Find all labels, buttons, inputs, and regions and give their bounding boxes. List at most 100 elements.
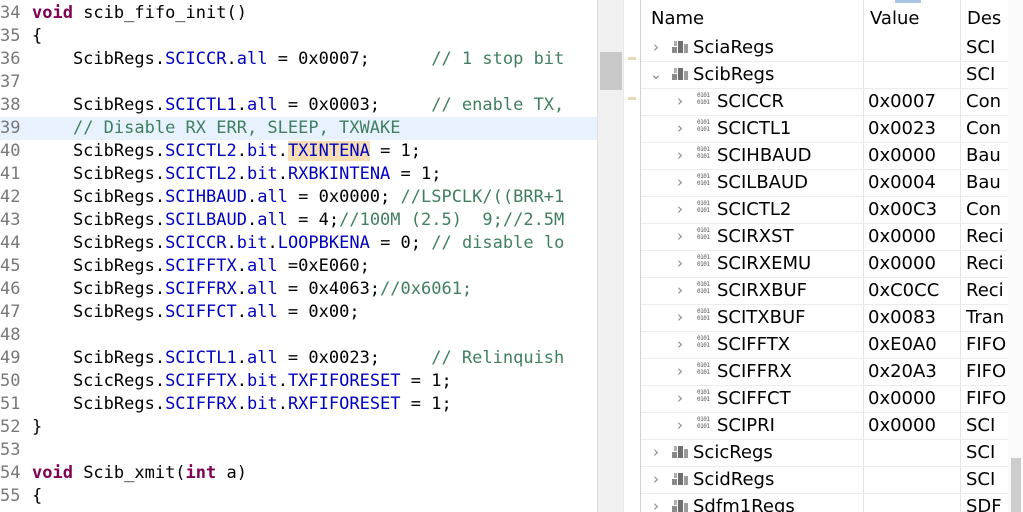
register-row[interactable]: › 0101 0101 SCITXBUF 0x0083 Tran <box>641 304 1023 332</box>
expand-chevron-icon[interactable]: › <box>673 304 687 331</box>
editor-overview-ruler[interactable] <box>623 0 640 512</box>
expand-chevron-icon[interactable]: › <box>673 331 687 358</box>
editor-vertical-scrollbar[interactable] <box>597 0 624 512</box>
code-line[interactable]: 44 ScibRegs.SCICCR.bit.LOOPBKENA = 0; //… <box>0 232 597 255</box>
register-value[interactable]: 0x0023 <box>868 115 964 142</box>
expand-chevron-icon[interactable]: › <box>673 250 687 277</box>
expand-chevron-icon[interactable]: › <box>673 358 687 385</box>
expand-chevron-icon[interactable]: › <box>649 34 663 61</box>
expand-chevron-icon[interactable]: › <box>673 277 687 304</box>
code-line[interactable]: 52} <box>0 416 597 439</box>
registers-vertical-scrollbar[interactable] <box>1008 0 1023 512</box>
expand-chevron-icon[interactable]: › <box>673 385 687 412</box>
register-value[interactable]: 0xC0CC <box>868 277 964 304</box>
registers-scrollbar-thumb[interactable] <box>1011 458 1021 512</box>
register-value[interactable] <box>868 61 964 88</box>
code-editor[interactable]: 34 void scib_fifo_init() 35{36 ScibRegs.SC… <box>0 0 597 512</box>
code-token: ScibRegs. <box>32 256 166 276</box>
expand-chevron-icon[interactable]: › <box>673 88 687 115</box>
column-header-name[interactable]: Name <box>651 4 851 34</box>
line-number: 39 <box>0 118 21 138</box>
ruler-marker[interactable] <box>628 97 636 100</box>
code-token: = 1; <box>369 141 422 161</box>
code-line[interactable]: 47 ScibRegs.SCIFFCT.all = 0x00; <box>0 301 597 324</box>
code-line[interactable]: 48 <box>0 324 597 347</box>
code-line[interactable]: 54 void Scib_xmit(int a) <box>0 462 597 485</box>
register-group-row[interactable]: › ScicRegs SCI <box>641 439 1023 467</box>
collapse-chevron-icon[interactable]: ⌄ <box>649 61 663 88</box>
register-value[interactable]: 0x00C3 <box>868 196 964 223</box>
register-row[interactable]: › 0101 0101 SCIRXEMU 0x0000 Reci <box>641 250 1023 278</box>
line-number: 40 <box>0 141 21 161</box>
register-value[interactable]: 0xE0A0 <box>868 331 964 358</box>
register-value[interactable]: 0x0000 <box>868 250 964 277</box>
line-number: 45 <box>0 256 21 276</box>
register-group-row[interactable]: › SciaRegs SCI <box>641 34 1023 62</box>
expand-chevron-icon[interactable]: › <box>649 439 663 466</box>
register-value[interactable]: 0x0083 <box>868 304 964 331</box>
code-line[interactable]: 55 { <box>0 485 597 508</box>
column-header-value[interactable]: Value <box>870 4 958 34</box>
ruler-marker[interactable] <box>628 57 636 60</box>
register-row[interactable]: › 0101 0101 SCILBAUD 0x0004 Bau <box>641 169 1023 197</box>
code-line[interactable]: 51 ScibRegs.SCIFFRX.bit.RXFIFORESET = 1; <box>0 393 597 416</box>
register-value[interactable] <box>868 34 964 61</box>
register-value[interactable] <box>868 439 964 466</box>
code-token: a) <box>216 463 247 483</box>
register-binary-icon: 0101 0101 <box>697 389 710 403</box>
register-group-row[interactable]: › ScidRegs SCI <box>641 466 1023 494</box>
register-value[interactable] <box>868 493 964 512</box>
expand-chevron-icon[interactable]: › <box>673 412 687 439</box>
register-name: SCICTL2 <box>717 199 792 220</box>
register-group-row[interactable]: › Sdfm1Regs SDF <box>641 493 1023 512</box>
code-line[interactable]: 39 // Disable RX ERR, SLEEP, TXWAKE <box>0 117 597 140</box>
code-line[interactable]: 53 <box>0 439 597 462</box>
register-value[interactable]: 0x0000 <box>868 412 964 439</box>
register-value[interactable]: 0x0000 <box>868 223 964 250</box>
expand-chevron-icon[interactable]: › <box>673 196 687 223</box>
register-value[interactable]: 0x0000 <box>868 385 964 412</box>
expand-chevron-icon[interactable]: › <box>673 142 687 169</box>
register-value[interactable] <box>868 466 964 493</box>
code-line[interactable]: 37 <box>0 71 597 94</box>
code-token: all <box>246 302 278 322</box>
register-row[interactable]: › 0101 0101 SCIRXBUF 0xC0CC Reci <box>641 277 1023 305</box>
register-row[interactable]: › 0101 0101 SCIFFRX 0x20A3 FIFO <box>641 358 1023 386</box>
code-token: ScicRegs. <box>32 371 166 391</box>
register-row[interactable]: › 0101 0101 SCICCR 0x0007 Con <box>641 88 1023 116</box>
register-row[interactable]: › 0101 0101 SCIRXST 0x0000 Reci <box>641 223 1023 251</box>
code-token: = 1; <box>400 371 452 391</box>
code-line[interactable]: 41 ScibRegs.SCICTL2.bit.RXBKINTENA = 1; <box>0 163 597 186</box>
code-token: all <box>246 348 278 368</box>
register-row[interactable]: › 0101 0101 SCIHBAUD 0x0000 Bau <box>641 142 1023 170</box>
code-line[interactable]: 40 ScibRegs.SCICTL2.bit.TXINTENA = 1; <box>0 140 597 163</box>
code-line[interactable]: 35 { <box>0 25 597 48</box>
code-line[interactable]: 49 ScibRegs.SCICTL1.all = 0x0023; // Rel… <box>0 347 597 370</box>
code-line[interactable]: 45 ScibRegs.SCIFFTX.all =0xE060; <box>0 255 597 278</box>
registers-view: Name Value Des › SciaRegs SCI ⌄ ScibRegs SCI ›… <box>640 0 1023 512</box>
expand-chevron-icon[interactable]: › <box>649 493 663 512</box>
register-row[interactable]: › 0101 0101 SCICTL1 0x0023 Con <box>641 115 1023 143</box>
code-line[interactable]: 38 ScibRegs.SCICTL1.all = 0x0003; // ena… <box>0 94 597 117</box>
code-line[interactable]: 42 ScibRegs.SCIHBAUD.all = 0x0000; //LSP… <box>0 186 597 209</box>
expand-chevron-icon[interactable]: › <box>649 466 663 493</box>
register-value[interactable]: 0x0007 <box>868 88 964 115</box>
expand-chevron-icon[interactable]: › <box>673 223 687 250</box>
code-line[interactable]: 50 ScicRegs.SCIFFTX.bit.TXFIFORESET = 1; <box>0 370 597 393</box>
code-line[interactable]: 36 ScibRegs.SCICCR.all = 0x0007; // 1 st… <box>0 48 597 71</box>
expand-chevron-icon[interactable]: › <box>673 115 687 142</box>
code-line[interactable]: 43 ScibRegs.SCILBAUD.all = 4;//100M (2.5… <box>0 209 597 232</box>
register-row[interactable]: › 0101 0101 SCIFFTX 0xE0A0 FIFO <box>641 331 1023 359</box>
register-row[interactable]: › 0101 0101 SCIPRI 0x0000 SCI <box>641 412 1023 440</box>
register-group-row[interactable]: ⌄ ScibRegs SCI <box>641 61 1023 89</box>
code-line[interactable]: 34 void scib_fifo_init() <box>0 2 597 25</box>
editor-scrollbar-thumb[interactable] <box>600 52 622 90</box>
register-row[interactable]: › 0101 0101 SCIFFCT 0x0000 FIFO <box>641 385 1023 413</box>
register-value[interactable]: 0x20A3 <box>868 358 964 385</box>
register-value[interactable]: 0x0004 <box>868 169 964 196</box>
register-row[interactable]: › 0101 0101 SCICTL2 0x00C3 Con <box>641 196 1023 224</box>
register-binary-icon: 0101 0101 <box>697 119 710 133</box>
register-value[interactable]: 0x0000 <box>868 142 964 169</box>
expand-chevron-icon[interactable]: › <box>673 169 687 196</box>
code-line[interactable]: 46 ScibRegs.SCIFFRX.all = 0x4063;//0x606… <box>0 278 597 301</box>
